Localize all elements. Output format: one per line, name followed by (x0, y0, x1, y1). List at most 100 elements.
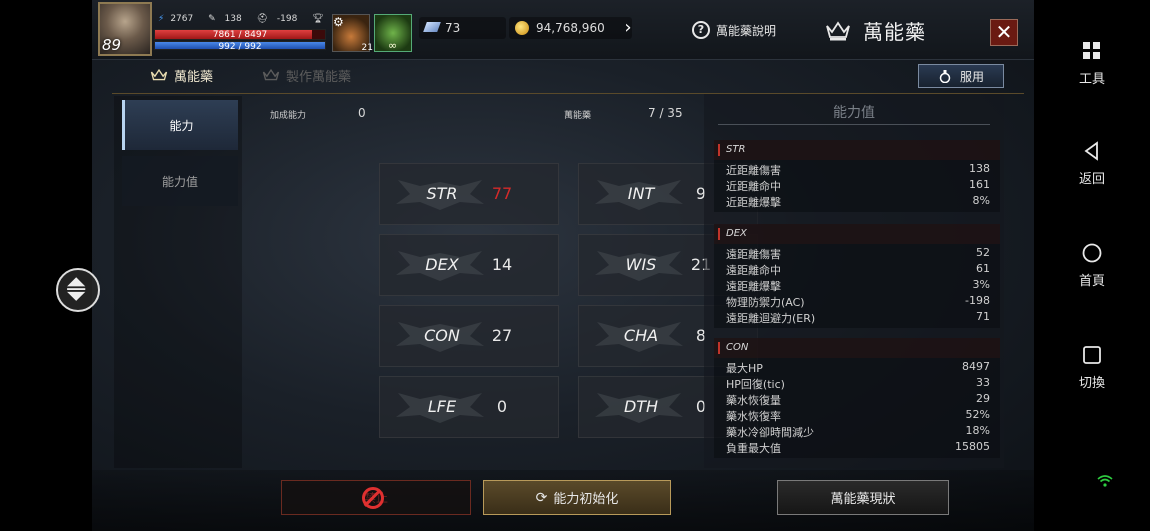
back-button[interactable]: 返回 (1034, 140, 1150, 187)
stat-a: ⚡ 2767 (158, 14, 194, 24)
ability-row: 最大HP 8497 (726, 360, 990, 376)
tab-elixir[interactable]: 萬能藥 (150, 66, 213, 85)
floating-scroll-button[interactable] (56, 268, 100, 312)
tab-craft-elixir-label: 製作萬能藥 (286, 70, 352, 85)
section-marker (718, 228, 720, 240)
help-label: 萬能藥說明 (716, 23, 777, 38)
help-button[interactable]: ? 萬能藥說明 (692, 19, 776, 41)
ability-row: 近距離傷害 138 (726, 162, 990, 178)
left-tab-ability-value[interactable]: 能力值 (122, 156, 238, 206)
tools-button[interactable]: 工具 (1034, 40, 1150, 87)
reset-ability-button[interactable]: ⟳ 能力初始化 (483, 480, 671, 515)
ability-row-value: 18% (965, 424, 990, 437)
ability-row: 近距離爆擊 8% (726, 194, 990, 210)
diamond-icon (423, 22, 441, 32)
elixir-status-button[interactable]: 萬能藥現狀 (777, 480, 949, 515)
ability-row-value: 161 (969, 178, 990, 191)
stat-name: STR (426, 184, 458, 203)
tools-label: 工具 (1078, 72, 1105, 87)
ability-section-str: STR 近距離傷害 138 近距離命中 161 近距離爆擊 8% (714, 140, 1000, 212)
prohibited-icon (362, 487, 384, 509)
ability-row-label: 近距離爆擊 (726, 196, 781, 209)
gold-counter: 94,768,960 (509, 17, 632, 39)
section-header: CON (714, 338, 1000, 358)
question-icon: ? (692, 21, 710, 39)
ability-row-value: 138 (969, 162, 990, 175)
switch-label: 切換 (1078, 376, 1105, 391)
stat-card-dex: DEX 14 (379, 234, 559, 296)
window-title: 萬能藥 (825, 16, 926, 45)
stat-value: 14 (491, 255, 513, 274)
diamond-value: 73 (445, 21, 461, 35)
ability-row: 遠距離爆擊 3% (726, 278, 990, 294)
stat-name: DTH (623, 397, 659, 416)
bonus-value: 0 (358, 106, 366, 120)
ability-row-value: 8% (972, 194, 990, 207)
section-header: STR (714, 140, 1000, 160)
gold-coin-icon (515, 21, 529, 35)
square-icon (1083, 346, 1101, 364)
ability-panel-title: 能力值 (833, 105, 875, 121)
ability-row: 遠距離命中 61 (726, 262, 990, 278)
ability-row-label: HP回復(tic) (726, 378, 785, 391)
gear-icon: ⚙ (333, 15, 344, 29)
section-marker (718, 144, 720, 156)
ability-row-label: 最大HP (726, 362, 763, 375)
stat-value: 77 (491, 184, 513, 203)
section-name: CON (726, 342, 749, 353)
ability-row: 遠距離迴避力(ER) 71 (726, 310, 990, 326)
ability-row: HP回復(tic) 33 (726, 376, 990, 392)
ability-row-label: 藥水冷卻時間減少 (726, 426, 814, 439)
tab-craft-elixir[interactable]: 製作萬能藥 (262, 66, 351, 85)
mp-text: 992 / 992 (218, 42, 262, 52)
home-button[interactable]: 首頁 (1034, 242, 1150, 289)
window-title-text: 萬能藥 (863, 20, 926, 44)
left-tab-ability[interactable]: 能力 (122, 100, 238, 150)
ability-row: 藥水恢復量 29 (726, 392, 990, 408)
elixir-value: 7 / 35 (648, 106, 683, 120)
ability-row-label: 遠距離命中 (726, 264, 781, 277)
home-label: 首頁 (1078, 274, 1105, 289)
stat-name: CON (424, 326, 460, 345)
stat-name: INT (627, 184, 655, 203)
ability-row-value: 3% (972, 278, 990, 291)
ability-row-value: 61 (976, 262, 990, 275)
stat-card-con: CON 27 (379, 305, 559, 367)
subtab-bar: 萬能藥 製作萬能藥 服用 (112, 62, 1024, 94)
top-bar: 89 ⚡2767 ✎ 138 ⛑ -198 🏆︎ - 7861 / 8497 9… (92, 0, 1034, 60)
section-name: STR (726, 144, 746, 155)
quickslot-potion-count: 21 (361, 43, 373, 53)
stat-name: LFE (427, 397, 457, 416)
elixir-label: 萬能藥 (564, 111, 592, 121)
system-side-panel: 工具 返回 首頁 切換 (1034, 0, 1150, 531)
ability-row-label: 遠距離迴避力(ER) (726, 312, 816, 325)
stat-card-lfe: LFE 0 (379, 376, 559, 438)
ability-row: 負重最大值 15805 (726, 440, 990, 456)
crown-icon (262, 68, 280, 81)
player-stats-line: ⚡2767 ✎ 138 ⛑ -198 🏆︎ - (158, 14, 348, 24)
use-button[interactable]: 服用 (918, 64, 1004, 88)
chevron-right-icon[interactable]: › (618, 17, 638, 39)
back-label: 返回 (1078, 172, 1105, 187)
crown-icon (150, 68, 168, 81)
stat-value: 27 (491, 326, 513, 345)
section-header: DEX (714, 224, 1000, 244)
section-name: DEX (726, 228, 747, 239)
ability-row: 藥水冷卻時間減少 18% (726, 424, 990, 440)
stat-grid-area: 加成能力 0 萬能藥 7 / 35 STR 77 INT 9 DEX 14 WIS 21 CON… (252, 96, 758, 468)
stat-name: DEX (425, 255, 459, 274)
stat-card-str: STR 77 (379, 163, 559, 225)
ability-row-value: 29 (976, 392, 990, 405)
ability-row: 近距離命中 161 (726, 178, 990, 194)
close-button[interactable]: ✕ (990, 19, 1018, 46)
ability-row-label: 遠距離傷害 (726, 248, 781, 261)
hp-text: 7861 / 8497 (212, 30, 268, 40)
reset-ability-label: 能力初始化 (553, 492, 619, 507)
refresh-icon: ⟳ (535, 489, 548, 506)
quickslot-leaf-infinite: ∞ (388, 39, 398, 52)
quickslot-leaf[interactable]: ∞ (374, 14, 412, 52)
forbid-button[interactable]: 禁止 (281, 480, 471, 515)
switch-button[interactable]: 切換 (1034, 344, 1150, 391)
ability-row-label: 藥水恢復率 (726, 410, 781, 423)
grid-icon (1083, 42, 1100, 59)
